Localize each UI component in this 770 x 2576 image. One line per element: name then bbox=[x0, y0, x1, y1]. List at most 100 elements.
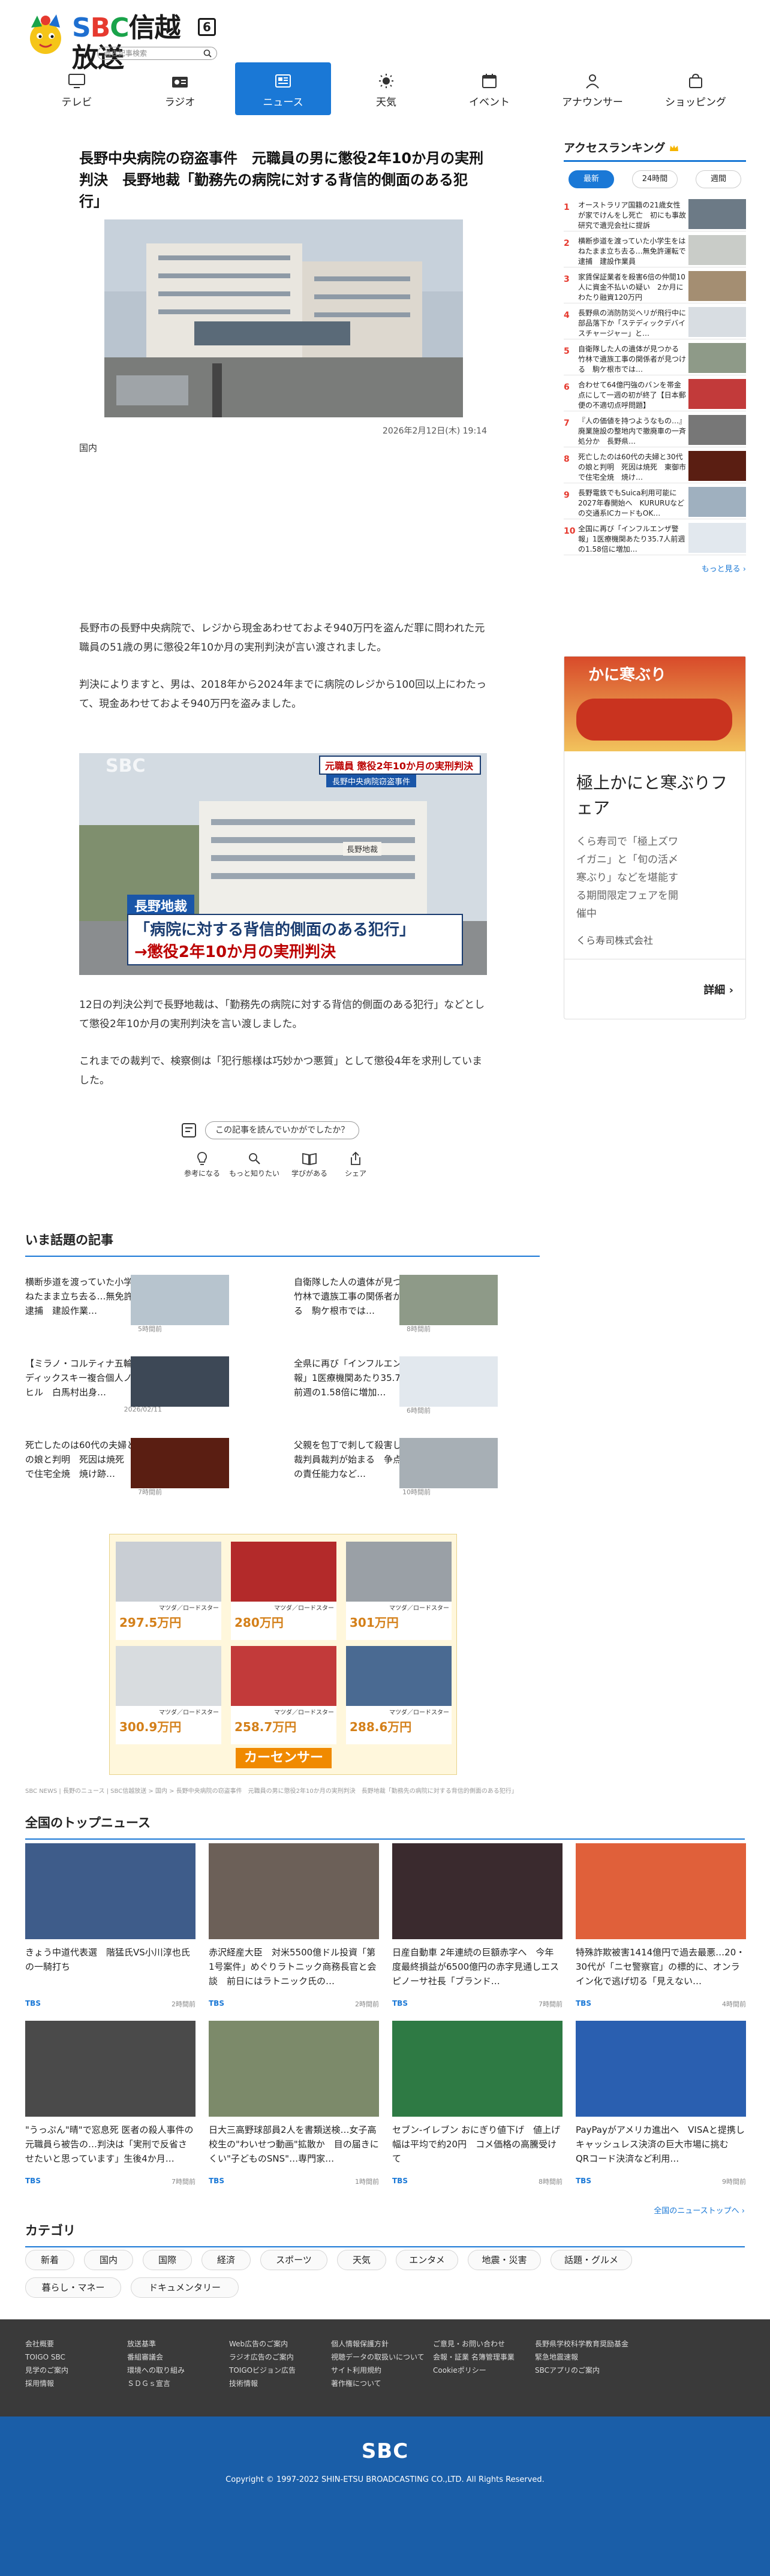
ranking-item[interactable]: 6 合わせて64億円強のバンを帯金点にして一週の初が終了【日本郵便の不適切点呼問題… bbox=[564, 375, 746, 411]
car-item[interactable]: マツダ／ロードスター 297.5万円 bbox=[116, 1542, 221, 1640]
nav-radio[interactable]: ラジオ bbox=[132, 62, 228, 115]
footer-link[interactable]: 採用情報 bbox=[25, 2377, 68, 2390]
reaction-want-more[interactable]: もっと知りたい bbox=[224, 1151, 284, 1178]
ad-detail-button[interactable]: 詳細 › bbox=[703, 982, 733, 997]
topnews-item[interactable]: PayPayがアメリカ進出へ VISAと提携しキャッシュレス決済の巨大市場に挑む… bbox=[576, 2021, 746, 2195]
search-icon[interactable] bbox=[203, 49, 212, 58]
sponsored-ad[interactable]: かに寒ぶり 極上かにと寒ぶりフェア くら寿司で「極上ズワイガニ」と「旬の活〆寒ぶ… bbox=[564, 656, 746, 1019]
trending-item[interactable]: 全県に再び「インフルエンザ警報」1医療機関あたり35.7 6人 前週の1.58倍… bbox=[294, 1356, 498, 1422]
reaction-learning[interactable]: 学びがある bbox=[285, 1151, 333, 1178]
footer-col: ご意見・お問い合わせ 会報・証業 名簿管理事業 Cookieポリシー bbox=[433, 2337, 515, 2377]
footer-link[interactable]: 視聴データの取扱いについて bbox=[331, 2351, 425, 2364]
breadcrumb[interactable]: SBC NEWS | 長野のニュース | SBC信越放送 > 国内 > 長野中央… bbox=[25, 1786, 625, 1795]
ranking-underline bbox=[564, 160, 746, 162]
footer-link[interactable]: 会報・証業 名簿管理事業 bbox=[433, 2351, 515, 2364]
reaction-helpful[interactable]: 参考になる bbox=[181, 1151, 223, 1178]
nav-news[interactable]: ニュース bbox=[235, 62, 331, 115]
category-chip[interactable]: ドキュメンタリー bbox=[131, 2277, 239, 2298]
ranking-item[interactable]: 3 家賃保証業者を殺害6倍の仲間10人に資金不払いの疑い 2か月にわたり融資120… bbox=[564, 267, 746, 303]
footer-link[interactable]: SBCアプリのご案内 bbox=[535, 2364, 628, 2377]
ranking-item[interactable]: 2 横断歩道を渡っていた小学生をはねたまま立ち去る…無免許運転で逮捕 建設作業員 bbox=[564, 231, 746, 267]
ranking-item[interactable]: 5 自衛隊した人の遺体が見つかる 竹林で遺族工事の関係者が見つける 駒ケ根市では… bbox=[564, 339, 746, 375]
footer-logo[interactable]: SBC bbox=[0, 2439, 770, 2463]
category-chip[interactable]: 話題・グルメ bbox=[551, 2250, 632, 2270]
car-ad[interactable]: マツダ／ロードスター 297.5万円 マツダ／ロードスター 280万円 マツダ／… bbox=[109, 1534, 457, 1775]
category-chip[interactable]: 天気 bbox=[337, 2250, 386, 2270]
topnews-item[interactable]: セブン-イレブン おにぎり値下げ 値上げ幅は平均で約20円 コメ価格の高騰受けて… bbox=[392, 2021, 563, 2195]
car-item[interactable]: マツダ／ロードスター 280万円 bbox=[231, 1542, 336, 1640]
topnews-more-link[interactable]: 全国のニューストップへ › bbox=[600, 2204, 745, 2216]
site-logo[interactable]: SBC信越放送 6 過去記事検索 bbox=[24, 11, 217, 73]
trending-item[interactable]: 父親を包丁で刺して殺害した女 裁判員裁判が始まる 争点は被告の責任能力など…10… bbox=[294, 1438, 498, 1504]
trending-thumbnail bbox=[399, 1438, 498, 1488]
footer-link[interactable]: TOIGO SBC bbox=[25, 2351, 68, 2364]
mascot-icon bbox=[30, 14, 61, 54]
nav-tv[interactable]: テレビ bbox=[29, 62, 125, 115]
category-chip[interactable]: 国際 bbox=[143, 2250, 192, 2270]
footer-link[interactable]: TOIGOビジョン広告 bbox=[229, 2364, 296, 2377]
footer-link[interactable]: 技術情報 bbox=[229, 2377, 296, 2390]
car-item[interactable]: マツダ／ロードスター 301万円 bbox=[346, 1542, 452, 1640]
footer-link[interactable]: 見学のご案内 bbox=[25, 2364, 68, 2377]
ranking-item[interactable]: 1 オーストラリア国籍の21歳女性が家でけんをし死亡 初にも事故研究で遺児会社に提… bbox=[564, 195, 746, 231]
footer-link[interactable]: 環境への取り組み bbox=[127, 2364, 185, 2377]
category-chip[interactable]: 新着 bbox=[25, 2250, 74, 2270]
car-item[interactable]: マツダ／ロードスター 288.6万円 bbox=[346, 1646, 452, 1744]
footer-link[interactable]: 個人情報保護方針 bbox=[331, 2337, 425, 2351]
nav-event[interactable]: イベント bbox=[441, 62, 537, 115]
trending-item[interactable]: 自衛隊した人の遺体が見つかる 竹林で遺族工事の関係者が見つける 駒ケ根市では… 8… bbox=[294, 1275, 498, 1341]
topnews-item[interactable]: 特殊詐欺被害1414億円で過去最悪…20・30代が「ニセ警察官」の標的に、オンラ… bbox=[576, 1843, 746, 2017]
trending-item[interactable]: 死亡したのは60代の夫婦と30代の娘と判明 死因は焼死 東御市で住宅全焼 焼け跡… bbox=[25, 1438, 229, 1504]
category-chip[interactable]: エンタメ bbox=[396, 2250, 458, 2270]
footer-link[interactable]: ご意見・お問い合わせ bbox=[433, 2337, 515, 2351]
topnews-item[interactable]: 日大三高野球部員2人を書類送検…女子高校生の"わいせつ動画"拡散か 目の届きにく… bbox=[209, 2021, 379, 2195]
ranking-item[interactable]: 10 全国に再び「インフルエンザ警報」1医療機関あたり35.7人前週の1.58倍に… bbox=[564, 519, 746, 555]
calendar-icon bbox=[482, 74, 497, 88]
ranking-item[interactable]: 8 死亡したのは60代の夫婦と30代の娘と判明 死因は焼死 東御市で住宅全焼 焼け… bbox=[564, 447, 746, 483]
ranking-item[interactable]: 4 長野県の消防防災ヘリが飛行中に部品落下か「ステディックデバイスチャージャー」と… bbox=[564, 303, 746, 339]
nav-weather[interactable]: 天気 bbox=[338, 62, 434, 115]
topnews-item[interactable]: "うっぷん"晴"で窓息死 医者の殺人事件の元職員ら被告の…判決は「実刑で反省させ… bbox=[25, 2021, 195, 2195]
footer-link[interactable]: サイト利用規約 bbox=[331, 2364, 425, 2377]
topnews-item[interactable]: 日産自動車 2年連続の巨額赤字へ 今年度最終損益が6500億円の赤字見通しエスピ… bbox=[392, 1843, 563, 2017]
car-item[interactable]: マツダ／ロードスター 258.7万円 bbox=[231, 1646, 336, 1744]
tab-latest[interactable]: 最新 bbox=[569, 170, 614, 188]
article-category[interactable]: 国内 bbox=[79, 441, 97, 454]
footer-link[interactable]: 会社概要 bbox=[25, 2337, 68, 2351]
ad-description: くら寿司で「極上ズワイガニ」と「旬の活〆寒ぶり」などを堪能する期間限定フェアを開… bbox=[576, 836, 678, 920]
footer-link[interactable]: ラジオ広告のご案内 bbox=[229, 2351, 296, 2364]
ranking-more-link[interactable]: もっと見る › bbox=[564, 562, 746, 574]
footer-col: 会社概要 TOIGO SBC 見学のご案内 採用情報 bbox=[25, 2337, 68, 2390]
footer-link[interactable]: 長野県学校科学教育奨励基金 bbox=[535, 2337, 628, 2351]
trending-item[interactable]: 【ミラノ・コルティナ五輪】ノルディックスキー複合個人ノーマルヒル 白馬村出身… 2… bbox=[25, 1356, 229, 1422]
nav-announcer[interactable]: アナウンサー bbox=[545, 62, 640, 115]
tab-weekly[interactable]: 週間 bbox=[696, 170, 741, 188]
trending-item[interactable]: 横断歩道を渡っていた小学生をはねたまま立ち去る…無免許運転で逮捕 建設作業… 5時… bbox=[25, 1275, 229, 1341]
topnews-underline bbox=[25, 1838, 745, 1840]
topnews-item[interactable]: 赤沢経産大臣 対米5500億ドル投資「第1号案件」めぐりラトニック商務長官と会談… bbox=[209, 1843, 379, 2017]
category-chip[interactable]: 国内 bbox=[84, 2250, 133, 2270]
footer-link[interactable]: ＳＤＧｓ宣言 bbox=[127, 2377, 185, 2390]
trending-thumbnail bbox=[131, 1356, 229, 1407]
category-chip[interactable]: スポーツ bbox=[260, 2250, 327, 2270]
footer-link[interactable]: Web広告のご案内 bbox=[229, 2337, 296, 2351]
category-chip[interactable]: 経済 bbox=[201, 2250, 251, 2270]
nav-shopping[interactable]: ショッピング bbox=[648, 62, 744, 115]
ad-banner: かに寒ぶり bbox=[564, 657, 745, 751]
footer-link[interactable]: 番組審議会 bbox=[127, 2351, 185, 2364]
footer-link[interactable]: Cookieポリシー bbox=[433, 2364, 515, 2377]
reaction-share[interactable]: シェア bbox=[335, 1151, 377, 1178]
ranking-item[interactable]: 7 『人の価値を持つようなもの…』廃業施設の整地内で撤廃車の一斉処分か 長野県… bbox=[564, 411, 746, 447]
footer-link[interactable]: 放送基準 bbox=[127, 2337, 185, 2351]
category-chip[interactable]: 暮らし・マネー bbox=[25, 2277, 121, 2298]
footer-link[interactable]: 緊急地震速報 bbox=[535, 2351, 628, 2364]
car-item[interactable]: マツダ／ロードスター 300.9万円 bbox=[116, 1646, 221, 1744]
category-chip[interactable]: 地震・災害 bbox=[468, 2250, 541, 2270]
tab-24h[interactable]: 24時間 bbox=[632, 170, 678, 188]
footer-link[interactable]: 著作権について bbox=[331, 2377, 425, 2390]
topnews-item[interactable]: きょう中道代表選 階猛氏VS小川淳也氏の一騎打ち TBS 2時間前 bbox=[25, 1843, 195, 2017]
topnews-thumbnail bbox=[392, 1843, 563, 1939]
ranking-item[interactable]: 9 長野電鉄でもSuica利用可能に2027年春開始へ KURURUなどの交通系I… bbox=[564, 483, 746, 519]
archive-search-input[interactable]: 過去記事検索 bbox=[97, 47, 217, 60]
feedback-icon bbox=[182, 1123, 196, 1137]
